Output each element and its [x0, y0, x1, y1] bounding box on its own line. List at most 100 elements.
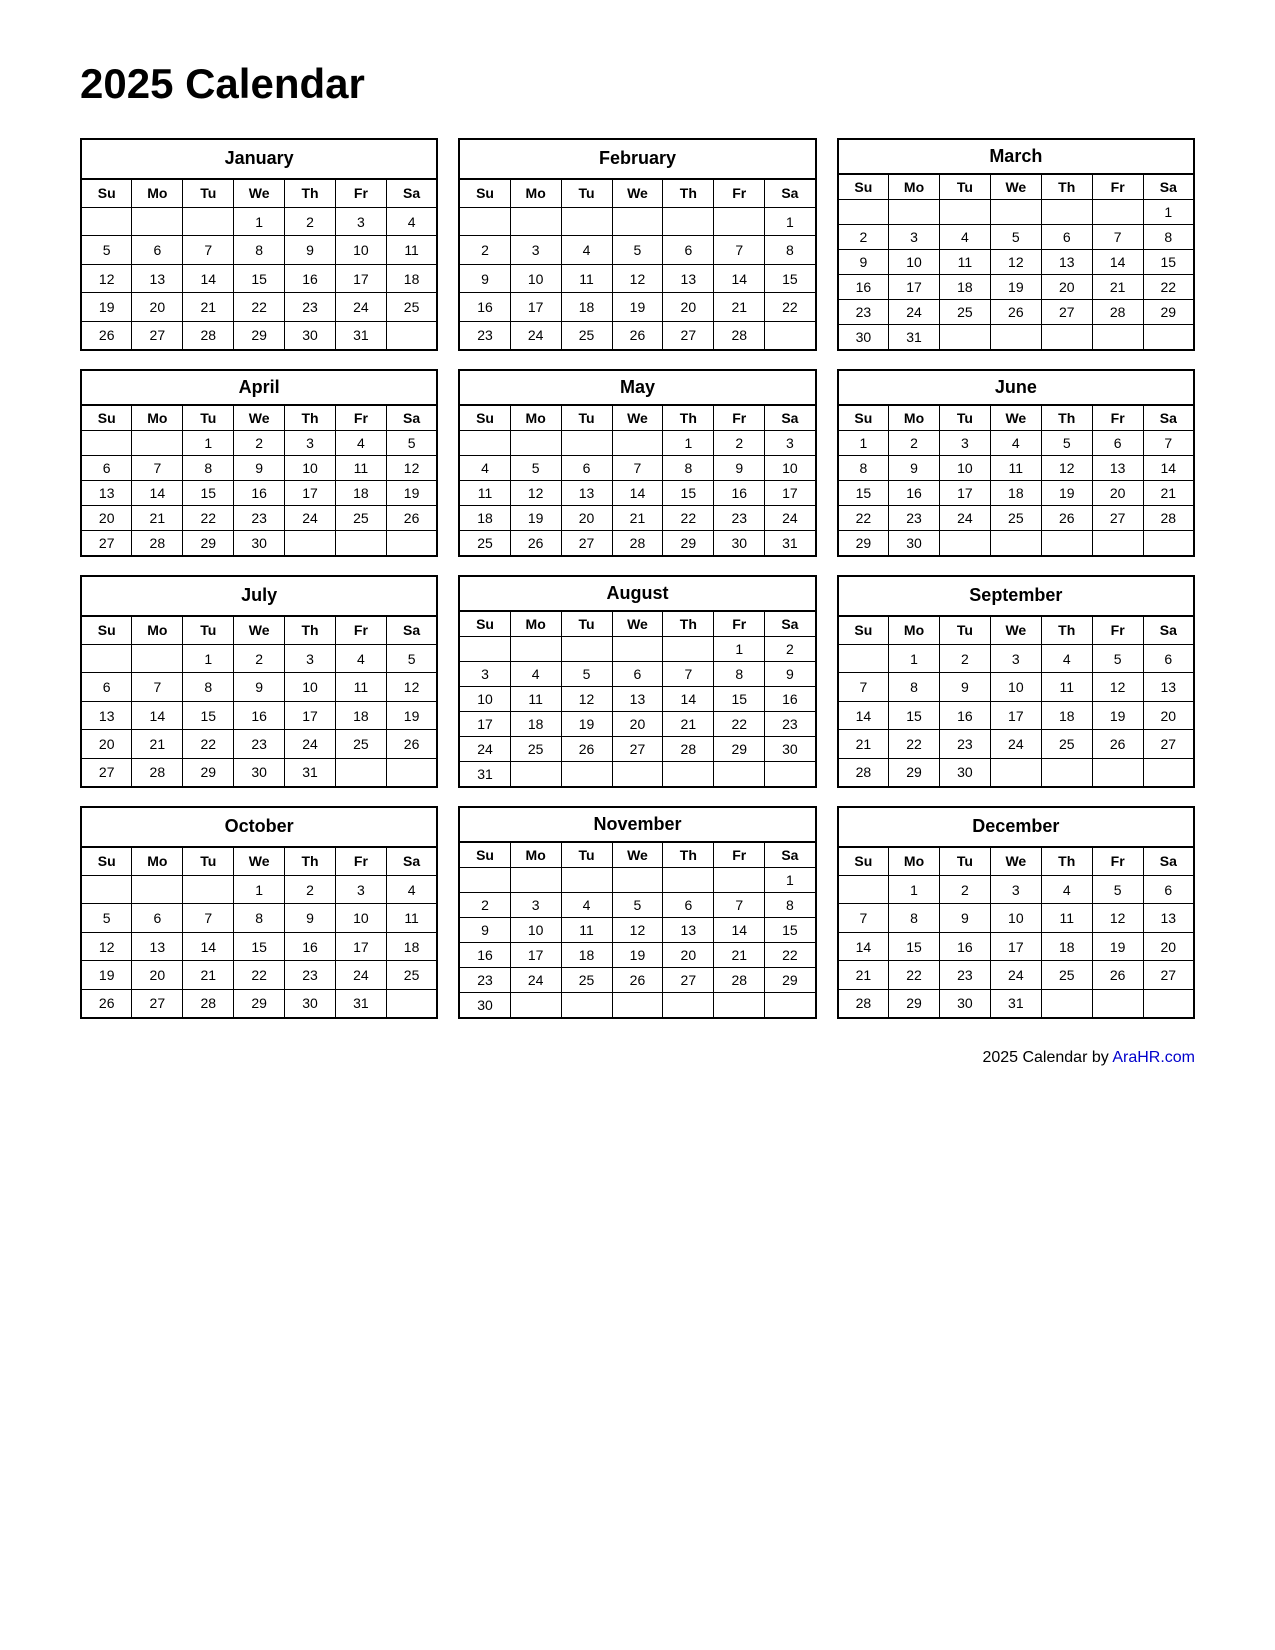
calendar-day-6: 6: [663, 893, 714, 918]
calendar-day-17: 17: [939, 481, 990, 506]
calendar-week-row: 1234: [81, 208, 437, 236]
calendar-day-5: 5: [561, 662, 612, 687]
calendar-day-13: 13: [132, 264, 183, 292]
calendar-week-row: 2345678: [459, 236, 815, 264]
calendar-day-15: 15: [234, 932, 285, 960]
day-header-tu: Tu: [561, 611, 612, 637]
calendar-day-6: 6: [663, 236, 714, 264]
day-header-mo: Mo: [889, 405, 940, 431]
calendar-day-15: 15: [889, 932, 940, 960]
calendar-week-row: 6789101112: [81, 673, 437, 701]
calendar-day-empty: [132, 431, 183, 456]
calendar-week-row: 2345678: [838, 225, 1194, 250]
calendar-day-8: 8: [714, 662, 765, 687]
calendar-day-empty: [561, 208, 612, 236]
calendar-day-1: 1: [183, 645, 234, 673]
calendar-week-row: 262728293031: [81, 321, 437, 350]
calendar-day-20: 20: [81, 730, 132, 758]
calendar-day-1: 1: [765, 868, 816, 893]
calendar-day-3: 3: [335, 876, 386, 904]
calendar-day-29: 29: [234, 989, 285, 1018]
calendar-day-12: 12: [612, 918, 663, 943]
calendar-day-17: 17: [510, 943, 561, 968]
calendar-day-31: 31: [335, 321, 386, 350]
calendar-day-3: 3: [335, 208, 386, 236]
calendar-day-18: 18: [939, 275, 990, 300]
calendar-day-27: 27: [1041, 300, 1092, 325]
calendar-day-28: 28: [183, 989, 234, 1018]
calendar-day-7: 7: [714, 236, 765, 264]
calendar-day-empty: [386, 989, 437, 1018]
calendar-day-18: 18: [990, 481, 1041, 506]
calendar-day-empty: [459, 637, 510, 662]
calendar-day-26: 26: [386, 506, 437, 531]
page-title: 2025 Calendar: [80, 60, 1195, 108]
calendar-day-empty: [663, 868, 714, 893]
footer-link[interactable]: AraHR.com: [1112, 1049, 1195, 1066]
calendar-day-1: 1: [838, 431, 889, 456]
calendar-day-30: 30: [285, 989, 336, 1018]
day-header-th: Th: [1041, 616, 1092, 645]
day-header-su: Su: [838, 847, 889, 876]
calendar-day-empty: [335, 531, 386, 557]
calendar-day-3: 3: [765, 431, 816, 456]
calendar-day-3: 3: [889, 225, 940, 250]
calendar-day-empty: [81, 208, 132, 236]
calendar-week-row: 30: [459, 993, 815, 1019]
calendar-day-2: 2: [459, 893, 510, 918]
calendar-week-row: 20212223242526: [81, 506, 437, 531]
calendar-day-19: 19: [1092, 701, 1143, 729]
calendar-day-23: 23: [285, 293, 336, 321]
day-header-su: Su: [459, 842, 510, 868]
month-name-july: July: [81, 576, 437, 616]
day-header-su: Su: [459, 179, 510, 208]
month-table-january: JanuarySuMoTuWeThFrSa1234567891011121314…: [80, 138, 438, 351]
day-header-tu: Tu: [939, 616, 990, 645]
day-header-th: Th: [663, 611, 714, 637]
calendar-day-22: 22: [838, 506, 889, 531]
calendar-day-17: 17: [510, 293, 561, 321]
day-header-th: Th: [285, 847, 336, 876]
day-header-sa: Sa: [1143, 616, 1194, 645]
calendar-day-7: 7: [1092, 225, 1143, 250]
calendar-day-empty: [386, 758, 437, 787]
calendar-day-21: 21: [612, 506, 663, 531]
calendar-grid: JanuarySuMoTuWeThFrSa1234567891011121314…: [80, 138, 1195, 1019]
calendar-day-21: 21: [132, 730, 183, 758]
day-header-th: Th: [663, 842, 714, 868]
calendar-day-8: 8: [234, 236, 285, 264]
calendar-day-8: 8: [663, 456, 714, 481]
month-table-august: AugustSuMoTuWeThFrSa12345678910111213141…: [458, 575, 816, 788]
calendar-day-empty: [990, 200, 1041, 225]
day-header-sa: Sa: [386, 179, 437, 208]
calendar-day-17: 17: [990, 701, 1041, 729]
calendar-day-4: 4: [386, 876, 437, 904]
day-header-su: Su: [838, 616, 889, 645]
calendar-day-9: 9: [939, 904, 990, 932]
calendar-week-row: 13141516171819: [81, 481, 437, 506]
calendar-day-22: 22: [889, 961, 940, 989]
calendar-day-4: 4: [510, 662, 561, 687]
calendar-day-15: 15: [183, 701, 234, 729]
calendar-day-26: 26: [1092, 961, 1143, 989]
calendar-day-empty: [939, 531, 990, 557]
calendar-day-22: 22: [234, 293, 285, 321]
calendar-day-8: 8: [889, 673, 940, 701]
calendar-day-empty: [714, 868, 765, 893]
calendar-day-18: 18: [386, 932, 437, 960]
calendar-day-24: 24: [510, 968, 561, 993]
calendar-day-25: 25: [459, 531, 510, 557]
calendar-day-15: 15: [838, 481, 889, 506]
calendar-day-empty: [1092, 200, 1143, 225]
calendar-day-15: 15: [234, 264, 285, 292]
calendar-day-20: 20: [1041, 275, 1092, 300]
calendar-day-30: 30: [459, 993, 510, 1019]
calendar-day-29: 29: [889, 758, 940, 787]
calendar-day-13: 13: [1041, 250, 1092, 275]
day-header-we: We: [990, 616, 1041, 645]
calendar-day-4: 4: [990, 431, 1041, 456]
calendar-day-7: 7: [838, 904, 889, 932]
calendar-week-row: 567891011: [81, 904, 437, 932]
calendar-day-30: 30: [234, 758, 285, 787]
calendar-day-23: 23: [838, 300, 889, 325]
